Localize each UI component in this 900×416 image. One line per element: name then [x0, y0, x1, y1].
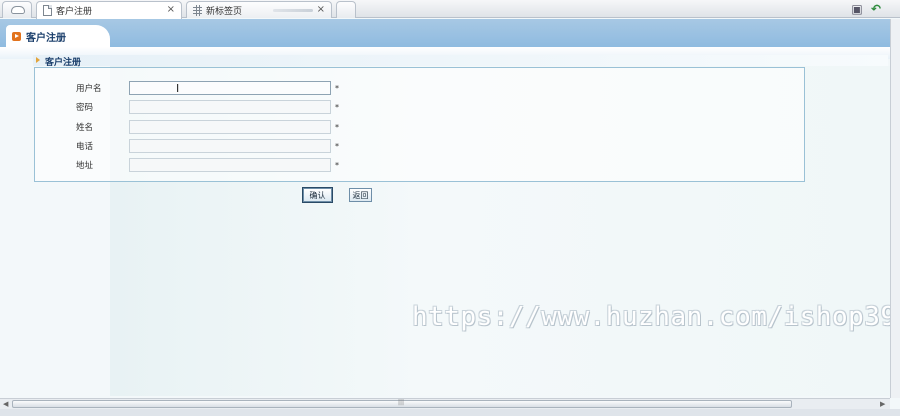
watermark: https://www.huzhan.com/ishop39397 [412, 302, 900, 332]
back-arrow-icon[interactable]: ↶ [869, 2, 883, 16]
tab-new-tab[interactable]: 新标签页 × [186, 1, 332, 18]
required-mark: * [335, 142, 339, 151]
form-row-address: 地址 * [35, 158, 804, 172]
cloud-icon [11, 6, 25, 14]
status-bar [0, 409, 900, 416]
field-label: 地址 [76, 161, 94, 171]
page-icon [43, 5, 52, 16]
required-mark: * [335, 84, 339, 93]
scroll-left-icon[interactable]: ◀ [3, 400, 8, 408]
password-input[interactable] [129, 100, 331, 114]
home-tab[interactable] [2, 1, 32, 18]
field-label: 电话 [76, 142, 94, 152]
field-label: 用户名 [76, 84, 102, 94]
required-mark: * [335, 103, 339, 112]
registration-form: 用户名 * 密码 * 姓名 * 电话 * 地址 * [34, 67, 805, 182]
page-title-tab: 客户注册 [6, 25, 110, 47]
close-icon[interactable]: × [167, 4, 175, 15]
scroll-right-icon[interactable]: ▶ [880, 400, 885, 408]
username-input[interactable] [129, 81, 331, 95]
confirm-button[interactable]: 确认 [302, 187, 333, 203]
loading-bar [273, 9, 313, 12]
name-input[interactable] [129, 120, 331, 134]
required-mark: * [335, 123, 339, 132]
form-row-name: 姓名 * [35, 120, 804, 134]
field-label: 密码 [76, 103, 94, 113]
required-mark: * [335, 161, 339, 170]
close-icon[interactable]: × [317, 4, 325, 15]
grid-icon [193, 4, 202, 16]
tab-customer-register[interactable]: 客户注册 × [36, 1, 182, 19]
play-icon [12, 31, 21, 41]
phone-input[interactable] [129, 139, 331, 153]
field-label: 姓名 [76, 123, 94, 133]
form-row-username: 用户名 * [35, 81, 804, 95]
arrow-right-icon [36, 57, 40, 63]
horizontal-scrollbar[interactable]: ◀ ||| ▶ [0, 398, 890, 409]
form-row-password: 密码 * [35, 100, 804, 114]
browser-tab-bar: 客户注册 × 新标签页 × ▣ ↶ [0, 0, 900, 19]
vertical-scrollbar[interactable] [890, 19, 900, 398]
address-input[interactable] [129, 158, 331, 172]
section-header: 客户注册 [33, 55, 888, 68]
form-row-phone: 电话 * [35, 139, 804, 153]
scrollbar-grip: ||| [398, 399, 405, 406]
text-cursor-icon: I [176, 82, 180, 95]
scrollbar-thumb[interactable]: ||| [12, 399, 792, 408]
page-title: 客户注册 [26, 32, 66, 44]
new-tab-button[interactable] [336, 1, 356, 18]
tab-label: 客户注册 [56, 7, 93, 17]
page-settings-icon[interactable]: ▣ [850, 2, 864, 16]
back-button[interactable]: 返回 [349, 188, 372, 202]
header-band [0, 19, 890, 47]
tab-label: 新标签页 [206, 6, 243, 17]
